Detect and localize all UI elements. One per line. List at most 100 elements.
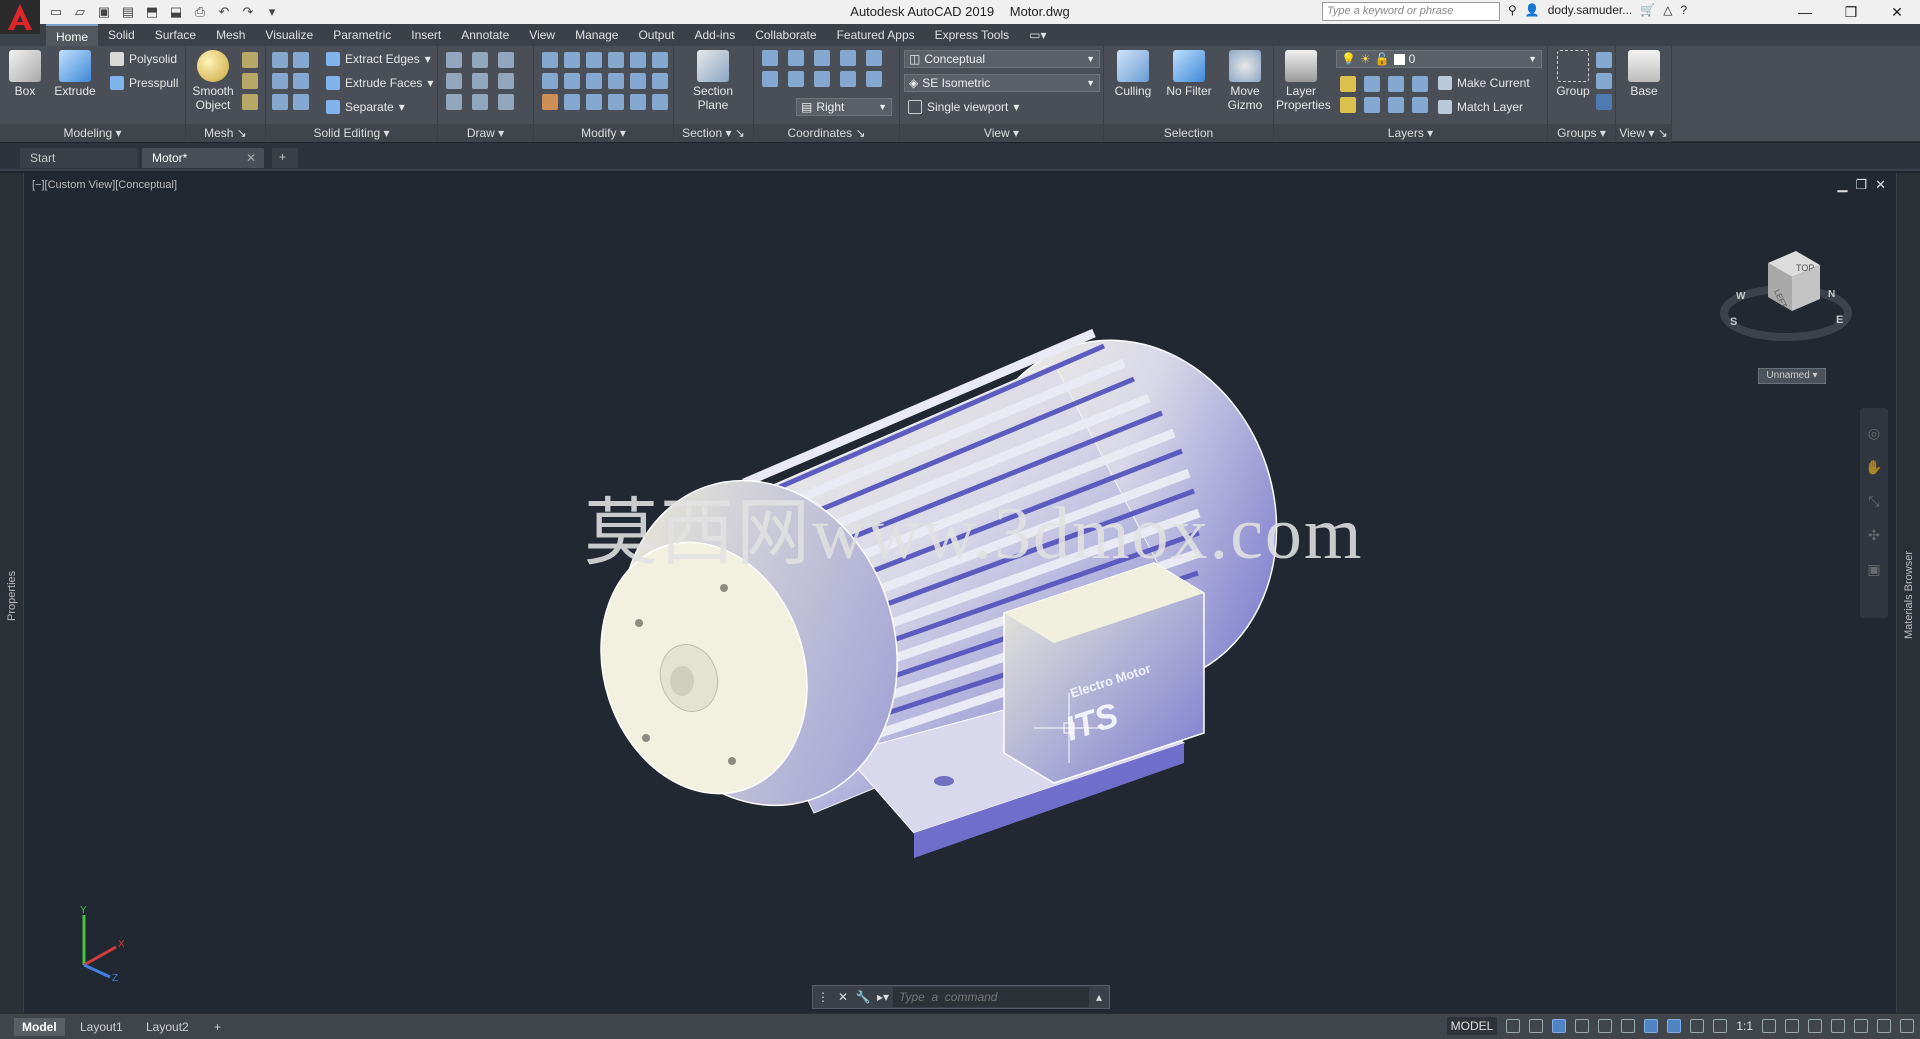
compass-e-label[interactable]: E <box>1836 314 1843 326</box>
minimize-button[interactable]: — <box>1782 0 1828 24</box>
extrude-button[interactable]: Extrude <box>50 50 100 98</box>
object-snap-icon[interactable] <box>1644 1019 1659 1033</box>
layer-dropdown[interactable]: 💡 ☀ 🔓 0 ▼ <box>1336 50 1542 68</box>
tab-layout1[interactable]: Layout1 <box>72 1018 131 1036</box>
section-plane-button[interactable]: Section Plane <box>688 50 738 112</box>
make-current-button[interactable]: Make Current <box>1438 76 1530 90</box>
model-space-toggle[interactable]: MODEL <box>1446 1017 1498 1035</box>
tab-model[interactable]: Model <box>14 1018 65 1036</box>
help-icon[interactable]: ? <box>1680 3 1687 17</box>
compass-s-label[interactable]: S <box>1730 316 1737 328</box>
object-snap-tracking-icon[interactable] <box>1621 1019 1636 1033</box>
rect-array-icon[interactable] <box>630 94 646 110</box>
tab-manage[interactable]: Manage <box>565 24 628 46</box>
3d-polyline-icon[interactable] <box>472 52 488 68</box>
rectangle-icon[interactable] <box>472 94 488 110</box>
panel-title-view[interactable]: View ▾ <box>900 124 1103 142</box>
annotation-scale-value[interactable]: 1:1 <box>1736 1019 1753 1033</box>
tab-visualize[interactable]: Visualize <box>255 24 323 46</box>
pan-icon[interactable]: ✋ <box>1860 450 1888 484</box>
ucs-zaxis-icon[interactable] <box>866 71 882 87</box>
autocad-logo-icon[interactable] <box>0 0 40 34</box>
mirror-icon[interactable] <box>542 52 558 68</box>
customization-menu-icon[interactable] <box>1900 1019 1914 1033</box>
panel-title-layers[interactable]: Layers ▾ <box>1274 124 1547 142</box>
zoom-icon[interactable]: ⤡ <box>1860 484 1888 518</box>
tab-add-ins[interactable]: Add-ins <box>685 24 746 46</box>
panel-title-groups[interactable]: Groups ▾ <box>1548 124 1615 142</box>
ucs-origin-icon[interactable] <box>762 71 778 87</box>
offset-icon[interactable] <box>608 94 624 110</box>
a360-icon[interactable]: △ <box>1663 3 1672 17</box>
move-icon[interactable] <box>586 52 602 68</box>
thicken-icon[interactable] <box>293 94 309 110</box>
drawing-viewport[interactable]: [−][Custom View][Conceptual] ▁ ❐ ✕ TOP L… <box>24 173 1896 1013</box>
chamfer-icon[interactable] <box>652 73 668 89</box>
close-button[interactable]: ✕ <box>1874 0 1920 24</box>
stretch-icon[interactable] <box>608 73 624 89</box>
recent-commands-icon[interactable]: ▸▾ <box>873 990 893 1004</box>
ellipse-icon[interactable] <box>498 94 514 110</box>
doc-tab-motor[interactable]: Motor* ✕ <box>142 148 264 168</box>
panel-title-view2[interactable]: View ▾ ↘ <box>1616 124 1671 142</box>
navigation-bar[interactable]: ◎ ✋ ⤡ ✣ ▣ <box>1860 408 1888 618</box>
ucs-view-icon[interactable] <box>788 71 804 87</box>
compass-w-label[interactable]: W <box>1736 291 1746 302</box>
add-layout-button[interactable]: + <box>206 1018 229 1036</box>
ucs-x-icon[interactable] <box>788 50 804 66</box>
visual-style-dropdown[interactable]: ◫ Conceptual ▼ <box>904 50 1100 68</box>
scale-icon[interactable] <box>564 73 580 89</box>
quick-properties-icon[interactable] <box>1831 1019 1845 1033</box>
isodraft-icon[interactable] <box>1598 1019 1613 1033</box>
snap-icon[interactable] <box>1529 1019 1544 1033</box>
culling-button[interactable]: Culling <box>1108 50 1158 98</box>
slice-icon[interactable] <box>293 73 309 89</box>
layer-unisolate-icon[interactable] <box>1364 97 1380 113</box>
units-icon[interactable] <box>1808 1019 1822 1033</box>
layer-off-icon[interactable] <box>1340 76 1356 92</box>
panel-title-section[interactable]: Section ▾ ↘ <box>674 124 753 142</box>
erase-icon[interactable] <box>542 94 558 110</box>
ucs-z-icon[interactable] <box>840 50 856 66</box>
viewport-restore-icon[interactable]: ❐ <box>1855 177 1867 193</box>
smooth-object-button[interactable]: Smooth Object <box>188 50 238 112</box>
layer-thaw-icon[interactable] <box>1388 97 1404 113</box>
workspace-gear-icon[interactable] <box>1762 1019 1776 1033</box>
new-tab-button[interactable]: + <box>272 148 298 168</box>
panel-title-coordinates[interactable]: Coordinates ↘ <box>754 124 899 142</box>
refine-mesh-icon[interactable] <box>242 52 258 68</box>
viewport-close-icon[interactable]: ✕ <box>1875 177 1886 193</box>
copy-icon[interactable] <box>586 94 602 110</box>
ungroup-icon[interactable] <box>1596 52 1612 68</box>
ucs-menu-button[interactable]: Unnamed ▾ <box>1758 368 1826 384</box>
box-button[interactable]: Box <box>0 50 50 98</box>
annotation-monitor-icon[interactable] <box>1785 1019 1799 1033</box>
steering-wheel-icon[interactable]: ◎ <box>1860 416 1888 450</box>
motor-3d-model[interactable]: Electro Motor ITS <box>584 313 1324 873</box>
rotate-icon[interactable] <box>586 73 602 89</box>
polysolid-button[interactable]: Polysolid <box>110 52 177 66</box>
ucs-dropdown[interactable]: ▤ Right ▼ <box>796 98 892 116</box>
doc-tab-start[interactable]: Start <box>20 148 138 168</box>
close-icon[interactable]: ✕ <box>246 151 256 165</box>
polyline-icon[interactable] <box>446 52 462 68</box>
rotate3d-icon[interactable] <box>564 52 580 68</box>
isolate-objects-icon[interactable] <box>1854 1019 1868 1033</box>
more-icon[interactable] <box>652 94 668 110</box>
extrude-faces-button[interactable]: Extrude Faces ▾ <box>326 76 433 90</box>
ucs-world-icon[interactable] <box>762 50 778 66</box>
tab-featured-apps[interactable]: Featured Apps <box>827 24 925 46</box>
base-view-button[interactable]: Base <box>1619 50 1669 98</box>
orbit-icon[interactable]: ✣ <box>1860 518 1888 552</box>
materials-browser-strip[interactable]: Materials Browser <box>1896 173 1920 1013</box>
subtract-icon[interactable] <box>293 52 309 68</box>
user-name[interactable]: dody.samuder... <box>1548 3 1633 17</box>
panel-title-solid-editing[interactable]: Solid Editing ▾ <box>266 124 437 142</box>
polygon-icon[interactable] <box>446 94 462 110</box>
panel-title-draw[interactable]: Draw ▾ <box>438 124 533 142</box>
polar-icon[interactable] <box>1575 1019 1590 1033</box>
ribbon-options-icon[interactable]: ▭▾ <box>1019 24 1056 46</box>
align-icon[interactable] <box>542 73 558 89</box>
trim-icon[interactable] <box>630 52 646 68</box>
search-input[interactable]: Type a keyword or phrase <box>1322 2 1500 21</box>
